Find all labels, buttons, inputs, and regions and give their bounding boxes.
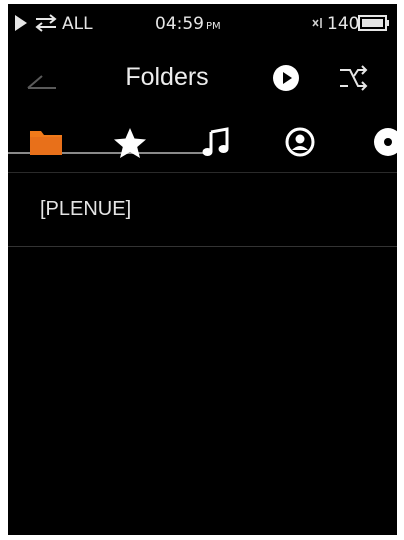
list-item-label: [PLENUE]	[40, 198, 132, 220]
back-button[interactable]	[22, 66, 60, 96]
back-arrow-icon	[27, 75, 56, 89]
repeat-icon	[34, 13, 58, 35]
tab-songs[interactable]	[196, 126, 236, 162]
tab-albums[interactable]	[368, 126, 397, 162]
now-playing-button[interactable]	[272, 64, 300, 92]
music-note-icon	[202, 127, 229, 156]
tab-folders[interactable]	[26, 126, 66, 162]
shuffle-icon	[340, 65, 368, 91]
list-item[interactable]: [PLENUE]	[8, 174, 397, 247]
status-bar: ALL 04:59 PM 140	[8, 4, 397, 48]
clock-ampm: PM	[206, 21, 221, 32]
play-state-icon	[14, 13, 28, 35]
track-count: 140	[327, 14, 360, 34]
tab-artists[interactable]	[280, 126, 320, 162]
folder-icon	[30, 131, 62, 155]
disc-icon	[374, 128, 397, 156]
header: Folders	[8, 48, 397, 154]
track-count-icon	[310, 13, 326, 35]
star-icon	[114, 128, 146, 158]
clock-time: 04:59	[155, 14, 204, 34]
shuffle-button[interactable]	[336, 62, 370, 94]
person-circle-icon	[285, 127, 315, 157]
play-circle-icon	[273, 65, 299, 91]
page-title: Folders	[125, 63, 209, 91]
clock: 04:59 PM	[155, 13, 221, 35]
device-frame: ALL 04:59 PM 140 Folders [PLENUE]	[0, 0, 404, 540]
repeat-mode-label: ALL	[62, 14, 93, 34]
category-tab-bar	[8, 116, 397, 173]
tab-favorites[interactable]	[110, 126, 150, 162]
battery-icon	[358, 14, 390, 36]
player-screen: ALL 04:59 PM 140 Folders [PLENUE]	[8, 4, 397, 535]
folder-list: [PLENUE]	[8, 174, 397, 247]
